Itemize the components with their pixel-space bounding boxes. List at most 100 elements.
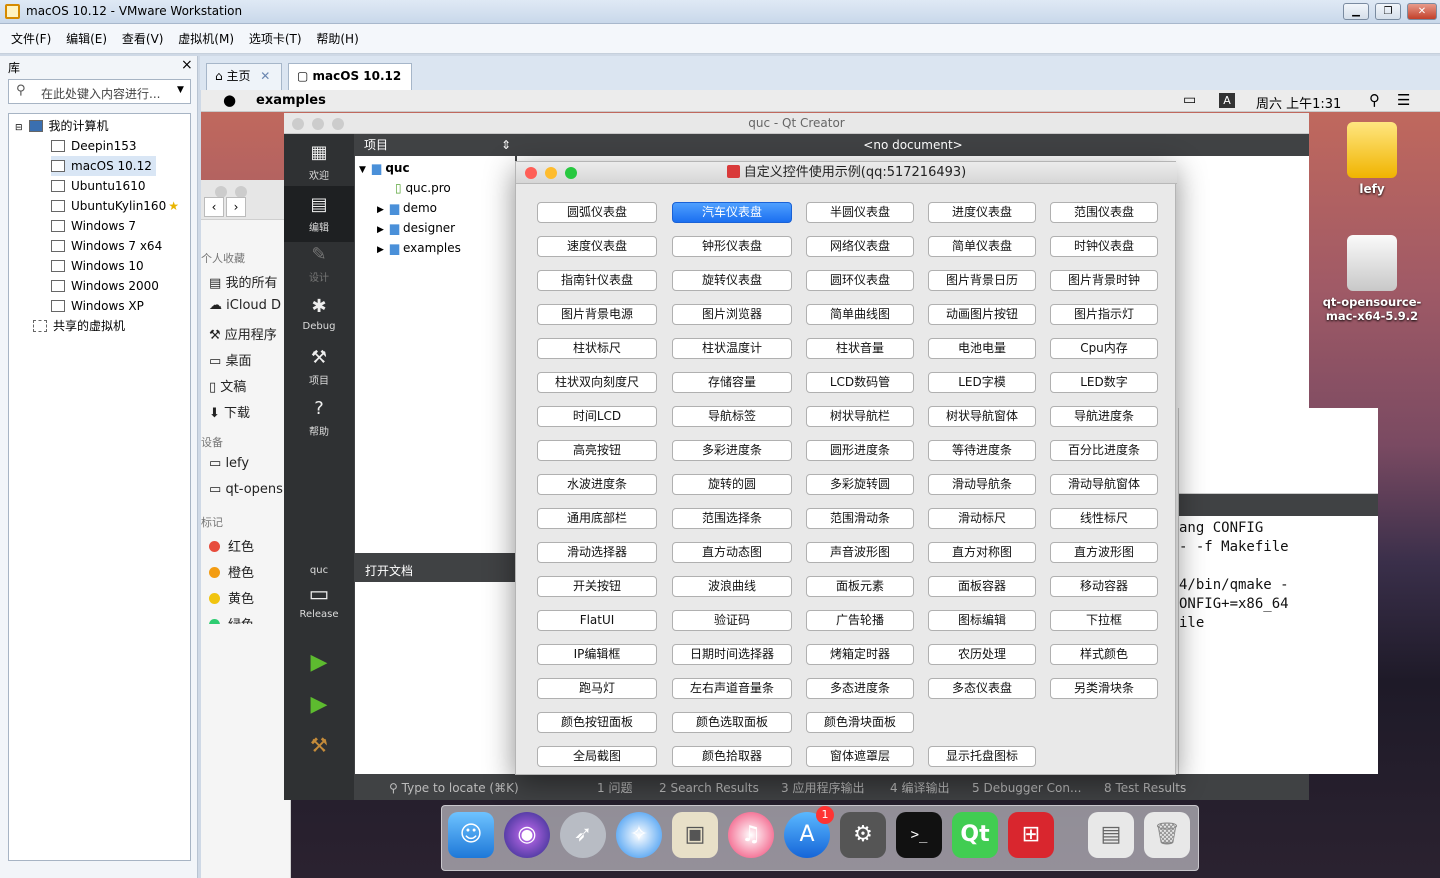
control-demo-button[interactable]: 滑动导航窗体 [1050,474,1158,495]
control-demo-button[interactable]: 圆弧仪表盘 [537,202,657,223]
finder-item[interactable]: ▭ lefy [209,456,249,471]
mode-help[interactable]: ? 帮助 [284,398,354,438]
mode-welcome[interactable]: ▦ 欢迎 [284,142,354,182]
control-demo-button[interactable]: LED字模 [928,372,1036,393]
finder-icon[interactable]: ☺ [448,812,494,858]
control-demo-button[interactable]: 样式颜色 [1050,644,1158,665]
control-demo-button[interactable]: 指南针仪表盘 [537,270,657,291]
menu-edit[interactable]: 编辑(E) [66,24,107,54]
control-demo-button[interactable]: 移动容器 [1050,576,1158,597]
control-demo-button[interactable]: 图片背景日历 [928,270,1036,291]
safari-icon[interactable]: ✧ [616,812,662,858]
control-demo-button[interactable]: LED数字 [1050,372,1158,393]
tree-project-root[interactable]: ▼ ▆ quc [359,158,410,178]
control-demo-button[interactable]: 柱状标尺 [537,338,657,359]
control-demo-button[interactable]: 下拉框 [1050,610,1158,631]
updown-icon[interactable]: ⇕ [501,134,511,156]
finder-item[interactable]: ⬇ 下载 [209,402,250,421]
control-demo-button[interactable]: 等待进度条 [928,440,1036,461]
desktop-drive-lefy[interactable]: lefy [1317,122,1427,196]
control-demo-button[interactable]: 速度仪表盘 [537,236,657,257]
projects-header[interactable]: 项目 ⇕ [354,134,517,156]
tree-folder[interactable]: ▶ ▆ demo [377,198,437,218]
bottom-tab[interactable]: 4 编译输出 [890,776,949,800]
mode-projects[interactable]: ⚒ 项目 [284,347,354,387]
airplay-icon[interactable]: ▭ [1183,92,1196,108]
control-demo-button[interactable]: 时间LCD [537,406,657,427]
spotlight-icon[interactable]: ⚲ [1369,91,1380,109]
tree-item-vm[interactable]: Deepin153 [51,136,136,156]
zoom-light[interactable] [332,118,344,130]
control-demo-button[interactable]: 颜色拾取器 [672,746,792,767]
menu-help[interactable]: 帮助(H) [316,24,358,54]
minimize-button[interactable]: ▁ [1343,3,1369,20]
tree-item-vm[interactable]: Windows 2000 [51,276,159,296]
photos-icon[interactable]: ▣ [672,812,718,858]
control-demo-button[interactable]: 电池电量 [928,338,1036,359]
kit-selector[interactable]: ▭ Release [284,584,354,621]
control-demo-button[interactable]: FlatUI [537,610,657,631]
control-demo-button[interactable]: 滑动导航条 [928,474,1036,495]
music-icon[interactable]: ♫ [728,812,774,858]
control-demo-button[interactable]: 验证码 [672,610,792,631]
control-demo-button[interactable]: 开关按钮 [537,576,657,597]
qt-icon[interactable]: Qt [952,812,998,858]
control-demo-button[interactable]: Cpu内存 [1050,338,1158,359]
control-demo-button[interactable]: 多态进度条 [806,678,914,699]
control-demo-button[interactable]: 日期时间选择器 [672,644,792,665]
control-demo-button[interactable]: 动画图片按钮 [928,304,1036,325]
finder-item[interactable]: ⚒ 应用程序 [209,324,277,343]
bottom-tab[interactable]: 8 Test Results [1104,776,1186,800]
bottom-tab[interactable]: 3 应用程序输出 [781,776,864,800]
finder-item[interactable]: ▯ 文稿 [209,376,246,395]
forward-icon[interactable]: › [226,197,246,217]
finder-tag[interactable]: 黄色 [209,588,254,607]
control-demo-button[interactable]: 导航标签 [672,406,792,427]
control-demo-button[interactable]: 农历处理 [928,644,1036,665]
control-demo-button[interactable]: 多彩进度条 [672,440,792,461]
apple-icon[interactable]: ● [223,91,236,109]
control-demo-button[interactable]: 声音波形图 [806,542,914,563]
control-demo-button[interactable]: 高亮按钮 [537,440,657,461]
locate-input[interactable]: ⚲ Type to locate (⌘K) [389,776,519,800]
control-demo-button[interactable]: 图片浏览器 [672,304,792,325]
back-icon[interactable]: ‹ [204,197,224,217]
control-demo-button[interactable]: 范围滑动条 [806,508,914,529]
control-demo-button[interactable]: 全局截图 [537,746,657,767]
control-demo-button[interactable]: 存储容量 [672,372,792,393]
control-demo-button[interactable]: 柱状音量 [806,338,914,359]
mac-clock[interactable]: 周六 上午1:31 [1256,93,1341,112]
close-button[interactable]: ✕ [1407,3,1437,20]
control-demo-button[interactable]: 范围选择条 [672,508,792,529]
mac-app-name[interactable]: examples [256,93,326,108]
control-demo-button[interactable]: 简单曲线图 [806,304,914,325]
mode-edit[interactable]: ▤ 编辑 [284,186,354,242]
control-demo-button[interactable]: LCD数码管 [806,372,914,393]
control-demo-button[interactable]: 显示托盘图标 [928,746,1036,767]
document-selector[interactable]: <no document> [863,138,962,152]
tree-item-shared[interactable]: 共享的虚拟机 [33,316,125,336]
demo-app-icon[interactable]: ⊞ [1008,812,1054,858]
bottom-tab[interactable]: 5 Debugger Con... [972,776,1081,800]
minimize-light[interactable] [545,167,557,179]
control-demo-button[interactable]: 波浪曲线 [672,576,792,597]
tree-item-vm[interactable]: UbuntuKylin160 ★ [51,196,179,216]
trash-icon[interactable]: 🗑 [1144,812,1190,858]
control-demo-button[interactable]: 圆环仪表盘 [806,270,914,291]
finder-tag[interactable]: 绿色 [209,614,254,624]
control-demo-button[interactable]: 多彩旋转圆 [806,474,914,495]
control-demo-button[interactable]: 水波进度条 [537,474,657,495]
input-source-icon[interactable]: A [1219,93,1235,108]
control-demo-button[interactable]: 旋转仪表盘 [672,270,792,291]
tree-item-vm[interactable]: Windows 10 [51,256,144,276]
control-demo-button[interactable]: 滑动选择器 [537,542,657,563]
bottom-tab[interactable]: 1 问题 [597,776,632,800]
control-demo-button[interactable]: 圆形进度条 [806,440,914,461]
chevron-down-icon[interactable]: ▼ [177,85,184,95]
control-demo-button[interactable]: 汽车仪表盘 [672,202,792,223]
tree-item-vm[interactable]: Windows 7 [51,216,136,236]
control-demo-button[interactable]: 通用底部栏 [537,508,657,529]
control-demo-button[interactable]: 柱状温度计 [672,338,792,359]
control-demo-button[interactable]: 滑动标尺 [928,508,1036,529]
control-demo-button[interactable]: 范围仪表盘 [1050,202,1158,223]
